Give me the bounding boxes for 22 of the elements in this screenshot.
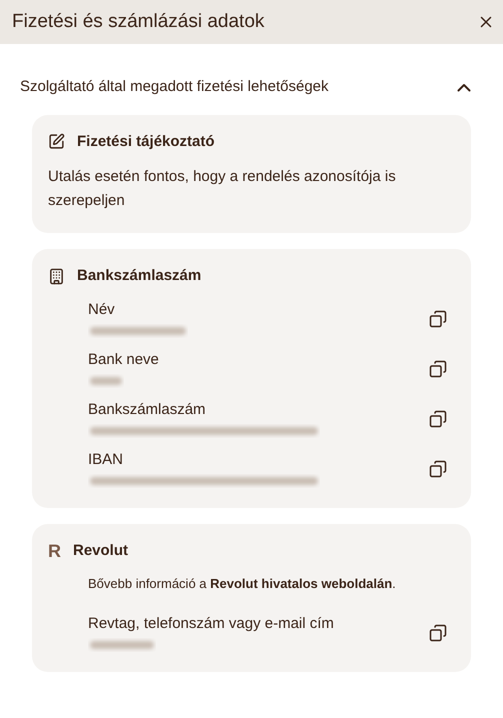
card-text: Utalás esetén fontos, hogy a rendelés azonosítója is szerepeljen	[48, 167, 397, 211]
logo-icon: R	[48, 542, 61, 560]
field-label: Bank neve	[88, 350, 159, 370]
building-icon	[48, 268, 65, 285]
card-title: Bankszámlaszám	[77, 266, 202, 286]
copy-icon	[429, 410, 447, 428]
website-link[interactable]: Revolut hivatalos weboldalán	[210, 576, 392, 591]
copy-icon	[429, 460, 447, 478]
card-title: Fizetési tájékoztató	[77, 132, 215, 152]
field-label: IBAN	[88, 450, 124, 470]
field-label: Név	[88, 300, 116, 320]
copy-icon	[429, 624, 447, 642]
edit-icon	[48, 133, 65, 150]
copy-icon	[429, 310, 447, 328]
chevron-up-icon	[457, 82, 471, 92]
section-header[interactable]: Szolgáltató által megadott fizetési lehetőségek	[0, 76, 503, 98]
copy-icon	[429, 360, 447, 378]
field-label: Revtag, telefonszám vagy e-mail cím	[88, 614, 334, 634]
field-label: Bankszámlaszám	[88, 400, 207, 420]
window-title: Fizetési és számlázási adatok	[12, 10, 264, 34]
info-sentence: Bővebb információ a Revolut hivatalos weboldalán.	[87, 575, 397, 593]
card-title: Revolut	[73, 540, 128, 560]
